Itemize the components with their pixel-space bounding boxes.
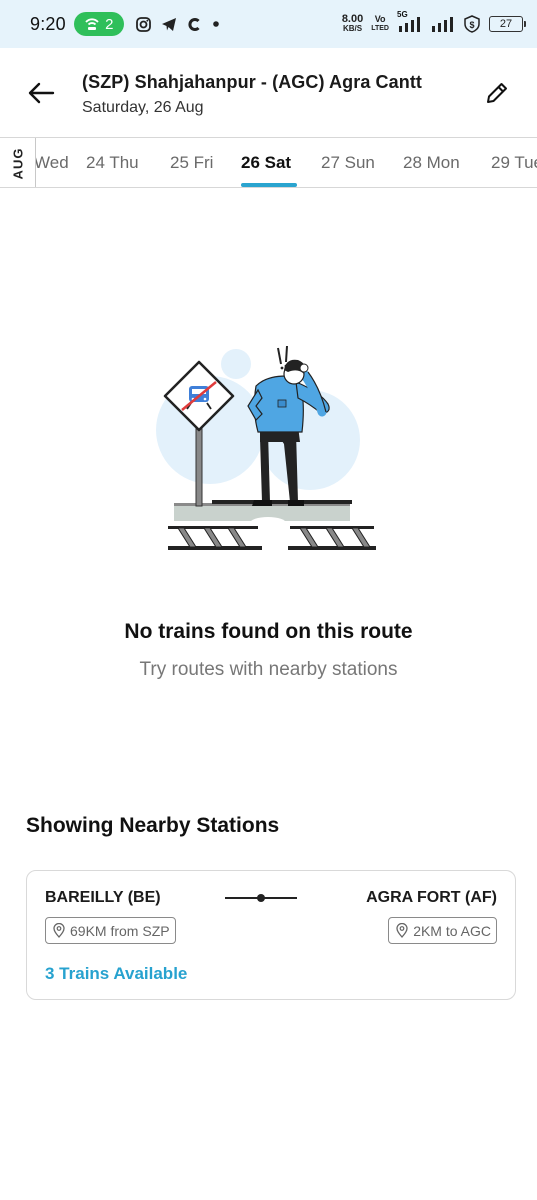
confused-person-illustration [156,345,376,550]
net-speed-unit: KB/S [342,24,363,33]
route-date: Saturday, 26 Aug [82,98,204,116]
route-info: (SZP) Shahjahanpur - (AGC) Agra Cantt Sa… [82,70,467,117]
to-distance-chip: 2KM to AGC [388,917,497,944]
hotspot-icon [85,18,99,30]
to-station-name: AGRA FORT (AF) [366,889,497,906]
signal-icon-sim2 [432,17,453,32]
date-label: 28 Mon [403,153,460,172]
route-connector-dot [257,894,265,902]
volte-top: Vo [374,14,386,24]
date-item-26-sat[interactable]: 26 Sat [241,138,292,187]
volte-indicator: Vo LTED [371,15,389,33]
net-speed: 8.00 KB/S [341,13,364,34]
hotspot-count: 2 [105,15,114,33]
hotspot-indicator: 2 [73,12,124,36]
app-header: (SZP) Shahjahanpur - (AGC) Agra Cantt Sa… [0,48,537,138]
location-pin-icon [396,923,408,938]
date-label: 24 Thu [86,153,139,172]
from-station-name: BAREILLY (BE) [45,889,161,906]
month-label: AUG [9,147,25,179]
nearby-section-title: Showing Nearby Stations [26,814,280,837]
trains-available-link[interactable]: 3 Trains Available [45,964,187,984]
net-speed-value: 8.00 [341,13,364,25]
month-label-tab: AUG [0,138,36,187]
date-item-27-sun[interactable]: 27 Sun [321,138,375,187]
from-distance-chip: 69KM from SZP [45,917,176,944]
back-button[interactable] [0,48,82,138]
signal-5g: 5G [397,10,423,32]
date-item-24-thu[interactable]: 24 Thu [86,138,139,187]
selected-date-indicator [241,183,297,187]
date-item-28-mon[interactable]: 28 Mon [403,138,460,187]
no-trains-illustration [148,340,388,560]
date-item-25-fri[interactable]: 25 Fri [170,138,214,187]
svg-text:$: $ [469,20,474,30]
arrow-left-icon [28,82,55,104]
date-label: 29 Tue [491,153,537,172]
date-item-29-tue[interactable]: 29 Tue [491,138,537,187]
date-label: 26 Sat [241,153,292,172]
date-label: 27 Sun [321,153,375,172]
edit-route-button[interactable] [467,63,527,123]
empty-state-title: No trains found on this route [124,620,413,643]
empty-state-subtitle: Try routes with nearby stations [139,659,398,680]
dollar-shield-icon: $ [464,15,480,33]
pencil-icon [487,83,507,103]
telegram-icon [161,17,176,31]
app-c-icon [188,17,200,31]
nearby-route-card[interactable]: BAREILLY (BE) AGRA FORT (AF) 69KM from S… [26,870,516,1000]
route-title: (SZP) Shahjahanpur - (AGC) Agra Cantt [82,71,423,92]
date-item-wed[interactable]: Wed [34,138,69,187]
date-label: 25 Fri [170,153,214,172]
more-notifications-icon [213,21,219,27]
network-type-label: 5G [397,10,408,19]
instagram-icon [135,16,151,32]
route-connector-line [225,894,297,902]
date-label: Wed [34,153,69,172]
status-bar: 9:20 2 8.00 KB/S Vo LTED 5G $ 27 [0,0,537,48]
status-time: 9:20 [30,13,66,34]
battery-icon: 27 [489,16,526,32]
battery-level: 27 [499,18,513,30]
date-selector-strip[interactable]: AUG Wed 24 Thu 25 Fri 26 Sat 27 Sun 28 M… [0,137,537,188]
volte-bottom: LTED [371,25,389,32]
to-distance-text: 2KM to AGC [413,922,491,939]
location-pin-icon [53,923,65,938]
from-distance-text: 69KM from SZP [70,922,170,939]
